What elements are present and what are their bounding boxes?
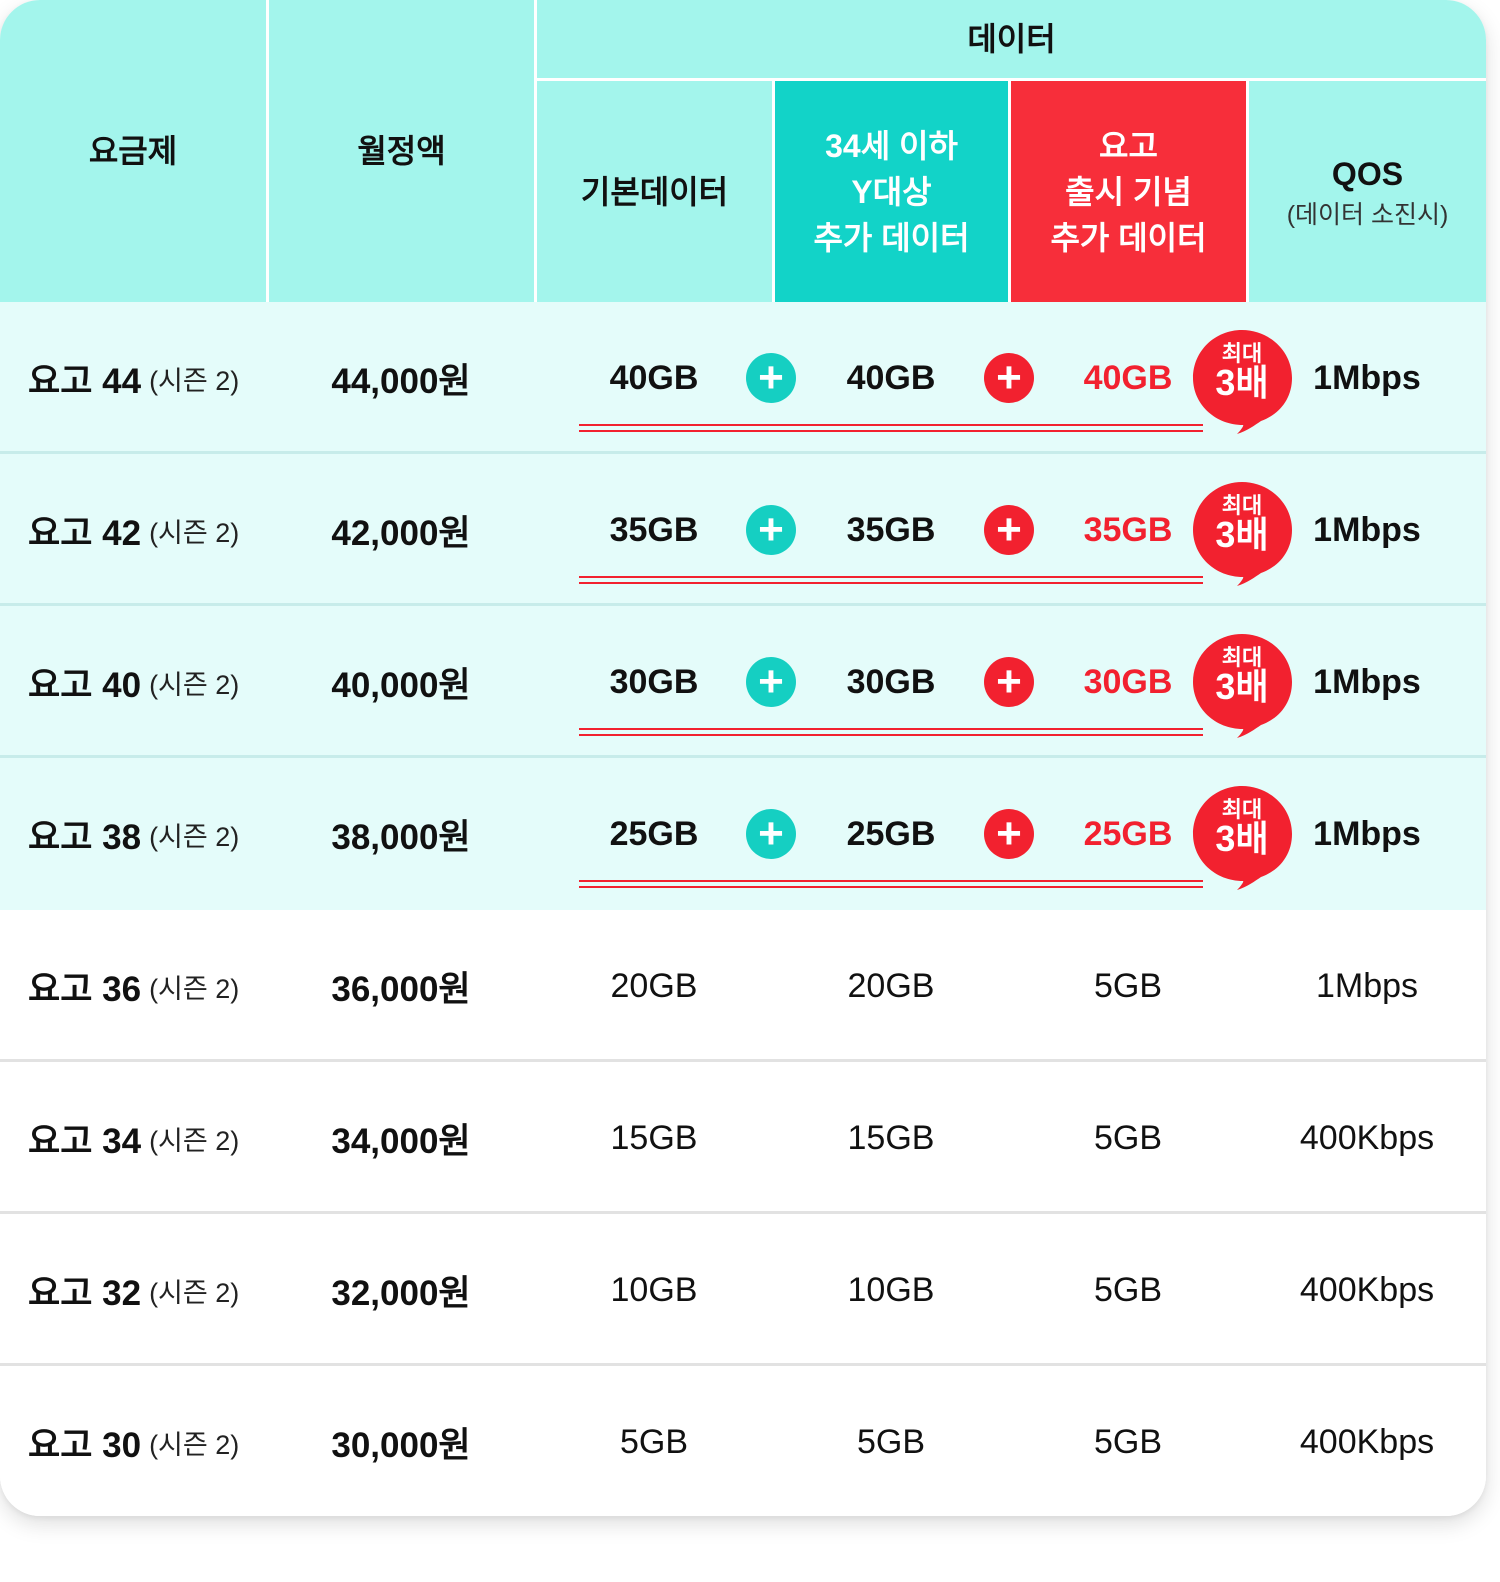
header-plan-label: 요금제	[88, 133, 178, 169]
basic-data-value: 20GB	[610, 966, 698, 1005]
season-label: (시즌 2)	[149, 365, 240, 396]
qos-value: 1Mbps	[1313, 662, 1421, 701]
header-plan: 요금제	[0, 0, 266, 302]
plan-label: 요고 30	[28, 1425, 142, 1465]
table-row: 요고 32 (시즌 2) 32,000원 10GB 10GB 5GB 400Kbp…	[0, 1214, 1486, 1366]
header-divider	[1008, 78, 1011, 302]
header-y-bonus-line: 추가 데이터	[813, 219, 970, 256]
monthly-price: 44,000원	[331, 361, 471, 401]
monthly-price: 38,000원	[331, 817, 471, 857]
qos-value: 400Kbps	[1299, 1270, 1435, 1309]
table-row: 요고 30 (시즌 2) 30,000원 5GB 5GB 5GB 400Kbps	[0, 1366, 1486, 1516]
launch-bonus-value: 5GB	[1093, 1118, 1163, 1157]
double-underline	[579, 728, 1203, 736]
header-launch-bonus-line: 출시 기념	[1065, 173, 1192, 210]
table-row: 요고 36 (시즌 2) 36,000원 20GB 20GB 5GB 1Mbps	[0, 910, 1486, 1062]
qos-value: 400Kbps	[1299, 1422, 1435, 1461]
y-bonus-value: 15GB	[847, 1118, 935, 1157]
basic-data-value: 5GB	[619, 1422, 689, 1461]
plan-label: 요고 42	[28, 513, 142, 553]
plan-label: 요고 38	[28, 817, 142, 857]
header-qos-note: (데이터 소진시)	[1286, 200, 1449, 229]
launch-bonus-value: 5GB	[1093, 1270, 1163, 1309]
season-label: (시즌 2)	[149, 1125, 240, 1156]
plan-name: 요고 42 (시즌 2)	[28, 454, 239, 606]
basic-data-value: 10GB	[610, 1270, 698, 1309]
header-divider	[1246, 78, 1249, 302]
header-qos-text: QOS (데이터 소진시)	[1287, 151, 1449, 233]
table-row: 요고 38 (시즌 2) 38,000원 25GB + 25GB + 25GB 최…	[0, 758, 1486, 910]
header-launch-bonus: 요고 출시 기념 추가 데이터	[1011, 81, 1246, 302]
header-launch-bonus-line: 요고	[1099, 127, 1158, 164]
monthly-price: 32,000원	[331, 1273, 471, 1313]
header-divider	[772, 78, 775, 302]
header-divider	[534, 0, 537, 302]
header-y-bonus-line: Y대상	[851, 173, 932, 210]
season-label: (시즌 2)	[149, 669, 240, 700]
plan-label: 요고 34	[28, 1121, 142, 1161]
plan-name: 요고 32 (시즌 2)	[28, 1214, 239, 1366]
table-header: 요금제 월정액 데이터 기본데이터 34세 이하 Y대상 추가 데이터 요고 출…	[0, 0, 1486, 302]
table-row: 요고 40 (시즌 2) 40,000원 30GB + 30GB + 30GB 최…	[0, 606, 1486, 758]
season-label: (시즌 2)	[149, 1277, 240, 1308]
qos-value: 1Mbps	[1313, 358, 1421, 397]
monthly-price: 30,000원	[331, 1425, 471, 1465]
launch-bonus-value: 5GB	[1093, 1422, 1163, 1461]
plan-name: 요고 36 (시즌 2)	[28, 910, 239, 1062]
plan-label: 요고 32	[28, 1273, 142, 1313]
header-launch-bonus-line: 추가 데이터	[1050, 219, 1207, 256]
plan-label: 요고 36	[28, 969, 142, 1009]
plan-name: 요고 40 (시즌 2)	[28, 606, 239, 758]
qos-value: 1Mbps	[1313, 814, 1421, 853]
plan-name: 요고 44 (시즌 2)	[28, 302, 239, 454]
header-monthly-fee: 월정액	[269, 0, 534, 302]
plan-label: 요고 44	[28, 361, 142, 401]
plan-name: 요고 38 (시즌 2)	[28, 758, 239, 910]
table-row: 요고 44 (시즌 2) 44,000원 40GB + 40GB + 40GB 최…	[0, 302, 1486, 454]
plan-name: 요고 30 (시즌 2)	[28, 1366, 239, 1516]
table-row: 요고 34 (시즌 2) 34,000원 15GB 15GB 5GB 400Kbp…	[0, 1062, 1486, 1214]
y-bonus-value: 5GB	[856, 1422, 926, 1461]
header-monthly-fee-label: 월정액	[357, 133, 446, 169]
table-row: 요고 42 (시즌 2) 42,000원 35GB + 35GB + 35GB 최…	[0, 454, 1486, 606]
plan-label: 요고 40	[28, 665, 142, 705]
monthly-price: 34,000원	[331, 1121, 471, 1161]
season-label: (시즌 2)	[149, 517, 240, 548]
double-underline	[579, 880, 1203, 888]
season-label: (시즌 2)	[149, 1429, 240, 1460]
monthly-price: 42,000원	[331, 513, 471, 553]
header-launch-bonus-text: 요고 출시 기념 추가 데이터	[1050, 123, 1206, 261]
header-data-group: 데이터	[537, 0, 1486, 78]
header-y-bonus-line: 34세 이하	[825, 127, 958, 164]
double-underline	[579, 424, 1203, 432]
header-basic-data-label: 기본데이터	[580, 173, 729, 210]
header-qos: QOS (데이터 소진시)	[1249, 81, 1486, 302]
header-basic-data: 기본데이터	[537, 81, 772, 302]
plan-comparison-table: 요금제 월정액 데이터 기본데이터 34세 이하 Y대상 추가 데이터 요고 출…	[0, 0, 1486, 1516]
header-data-label: 데이터	[967, 21, 1056, 57]
qos-value: 1Mbps	[1315, 966, 1419, 1005]
plan-name: 요고 34 (시즌 2)	[28, 1062, 239, 1214]
launch-bonus-value: 5GB	[1093, 966, 1163, 1005]
y-bonus-value: 20GB	[847, 966, 935, 1005]
header-divider	[266, 0, 269, 302]
monthly-price: 40,000원	[331, 665, 471, 705]
season-label: (시즌 2)	[149, 821, 240, 852]
basic-data-value: 15GB	[610, 1118, 698, 1157]
header-qos-label: QOS	[1331, 155, 1404, 192]
header-y-bonus: 34세 이하 Y대상 추가 데이터	[775, 81, 1008, 302]
double-underline	[579, 576, 1203, 584]
monthly-price: 36,000원	[331, 969, 471, 1009]
qos-value: 400Kbps	[1299, 1118, 1435, 1157]
y-bonus-value: 10GB	[847, 1270, 935, 1309]
season-label: (시즌 2)	[149, 973, 240, 1004]
qos-value: 1Mbps	[1313, 510, 1421, 549]
header-y-bonus-text: 34세 이하 Y대상 추가 데이터	[813, 123, 969, 261]
